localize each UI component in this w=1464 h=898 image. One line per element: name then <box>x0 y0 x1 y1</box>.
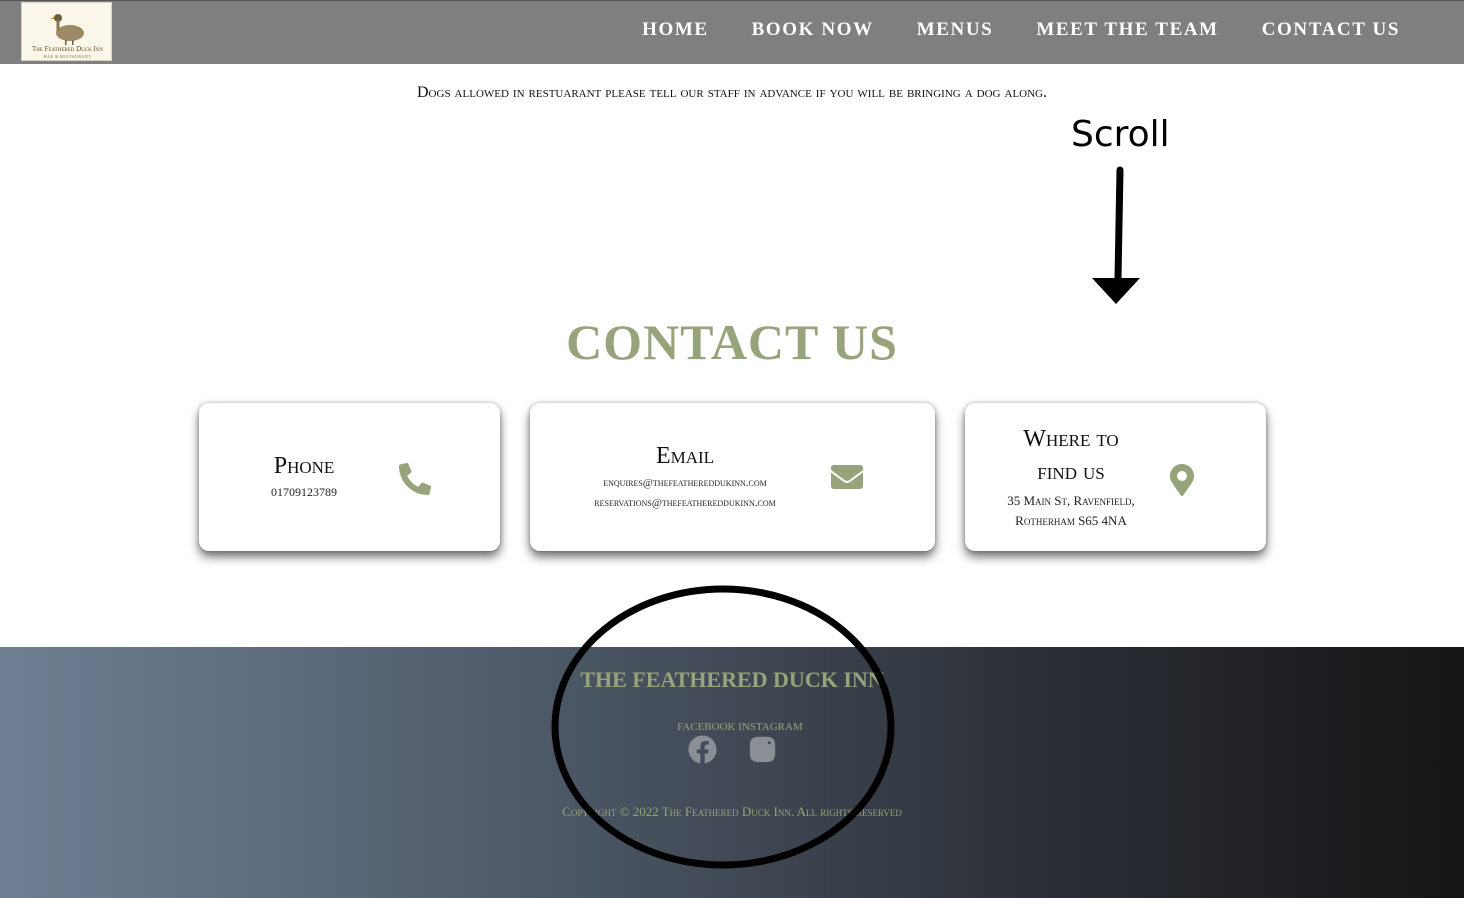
phone-text: Phone 01709123789 <box>254 450 354 501</box>
duck-logo-icon <box>50 14 84 45</box>
phone-icon[interactable] <box>399 463 431 495</box>
location-card: Where to find us 35 Main St, Ravenfield,… <box>965 403 1266 551</box>
nav-menus[interactable]: MENUS <box>917 19 994 41</box>
site-logo[interactable]: The Feathered Duck Inn BAR & RESTAURANT <box>21 2 112 61</box>
site-header: The Feathered Duck Inn BAR & RESTAURANT … <box>0 0 1464 64</box>
annotation-circle <box>551 585 895 869</box>
nav-home[interactable]: HOME <box>642 19 709 41</box>
email-enquiries[interactable]: enquires@thefeathereddukinn.com <box>560 473 810 493</box>
nav-meet-the-team[interactable]: MEET THE TEAM <box>1036 19 1218 41</box>
location-title-line1: Where to <box>1023 426 1119 452</box>
location-text: Where to find us 35 Main St, Ravenfield,… <box>995 423 1147 531</box>
location-title-line2: find us <box>1037 459 1105 485</box>
envelope-icon[interactable] <box>831 465 863 491</box>
nav-contact-us[interactable]: CONTACT US <box>1262 19 1400 41</box>
contact-heading: CONTACT US <box>566 314 898 370</box>
phone-card: Phone 01709123789 <box>199 403 500 551</box>
logo-subtitle: BAR & RESTAURANT <box>43 54 92 59</box>
dog-notice: Dogs allowed in restuarant please tell o… <box>417 84 1047 101</box>
address-line1: 35 Main St, Ravenfield, <box>1007 493 1135 508</box>
phone-number[interactable]: 01709123789 <box>254 483 354 501</box>
address-line2: Rotherham S65 4NA <box>1015 513 1127 528</box>
email-text: Email enquires@thefeathereddukinn.com re… <box>560 440 810 513</box>
email-card: Email enquires@thefeathereddukinn.com re… <box>530 403 935 551</box>
logo-name: The Feathered Duck Inn <box>31 45 104 53</box>
map-pin-icon[interactable] <box>1170 464 1194 496</box>
main-nav: HOME BOOK NOW MENUS MEET THE TEAM CONTAC… <box>642 19 1400 41</box>
email-title: Email <box>655 443 715 469</box>
phone-title: Phone <box>273 453 335 479</box>
email-reservations[interactable]: reservations@thefeathereddukinn.com <box>560 493 810 513</box>
nav-book-now[interactable]: BOOK NOW <box>752 19 874 41</box>
scroll-annotation-label: Scroll <box>1071 114 1170 155</box>
scroll-arrow-icon <box>1092 166 1140 304</box>
